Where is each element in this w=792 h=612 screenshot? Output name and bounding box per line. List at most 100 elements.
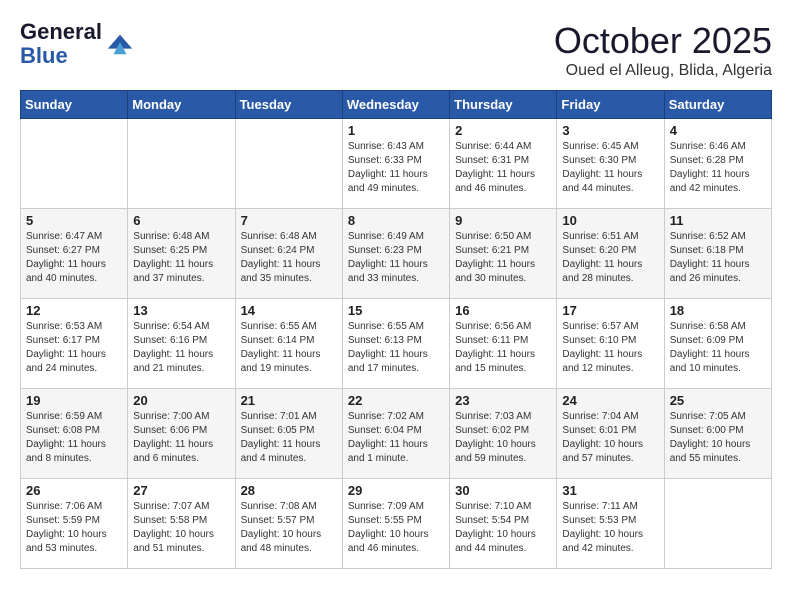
day-number: 27 xyxy=(133,483,229,498)
calendar-week-row: 26 Sunrise: 7:06 AM Sunset: 5:59 PM Dayli… xyxy=(21,479,772,569)
calendar-cell: 22 Sunrise: 7:02 AM Sunset: 6:04 PM Dayli… xyxy=(342,389,449,479)
calendar-cell: 2Sunrise: 6:44 AM Sunset: 6:31 PM Daylig… xyxy=(450,119,557,209)
calendar-cell xyxy=(128,119,235,209)
day-info: Sunrise: 6:49 AM Sunset: 6:23 PM Dayligh… xyxy=(348,230,444,286)
day-info: Sunrise: 7:05 AM Sunset: 6:00 PM Dayligh… xyxy=(670,410,766,466)
day-info: Sunrise: 6:54 AM Sunset: 6:16 PM Dayligh… xyxy=(133,320,229,376)
weekday-header-thursday: Thursday xyxy=(450,91,557,119)
logo-line2: Blue xyxy=(20,44,102,68)
day-info: Sunrise: 6:48 AM Sunset: 6:25 PM Dayligh… xyxy=(133,230,229,286)
day-number: 3 xyxy=(562,123,658,138)
calendar-cell: 18 Sunrise: 6:58 AM Sunset: 6:09 PM Dayli… xyxy=(664,299,771,389)
day-info: Sunrise: 6:53 AM Sunset: 6:17 PM Dayligh… xyxy=(26,320,122,376)
calendar-cell: 26 Sunrise: 7:06 AM Sunset: 5:59 PM Dayli… xyxy=(21,479,128,569)
day-info: Sunrise: 6:47 AM Sunset: 6:27 PM Dayligh… xyxy=(26,230,122,286)
calendar-cell: 21Sunrise: 7:01 AM Sunset: 6:05 PM Dayli… xyxy=(235,389,342,479)
day-info: Sunrise: 6:43 AM Sunset: 6:33 PM Dayligh… xyxy=(348,140,444,196)
calendar-cell: 20Sunrise: 7:00 AM Sunset: 6:06 PM Dayli… xyxy=(128,389,235,479)
day-number: 20 xyxy=(133,393,229,408)
day-number: 7 xyxy=(241,213,337,228)
day-number: 31 xyxy=(562,483,658,498)
day-info: Sunrise: 7:10 AM Sunset: 5:54 PM Dayligh… xyxy=(455,500,551,556)
calendar-cell xyxy=(21,119,128,209)
calendar-cell: 19Sunrise: 6:59 AM Sunset: 6:08 PM Dayli… xyxy=(21,389,128,479)
day-number: 17 xyxy=(562,303,658,318)
calendar-cell: 6 Sunrise: 6:48 AM Sunset: 6:25 PM Daylig… xyxy=(128,209,235,299)
day-info: Sunrise: 6:52 AM Sunset: 6:18 PM Dayligh… xyxy=(670,230,766,286)
logo: General Blue xyxy=(20,20,134,68)
month-title: October 2025 xyxy=(554,20,772,62)
day-info: Sunrise: 7:04 AM Sunset: 6:01 PM Dayligh… xyxy=(562,410,658,466)
day-number: 1 xyxy=(348,123,444,138)
calendar-cell: 27 Sunrise: 7:07 AM Sunset: 5:58 PM Dayli… xyxy=(128,479,235,569)
title-block: October 2025 Oued el Alleug, Blida, Alge… xyxy=(554,20,772,80)
day-number: 18 xyxy=(670,303,766,318)
day-number: 24 xyxy=(562,393,658,408)
day-number: 19 xyxy=(26,393,122,408)
calendar-cell: 23 Sunrise: 7:03 AM Sunset: 6:02 PM Dayli… xyxy=(450,389,557,479)
calendar-cell: 3Sunrise: 6:45 AM Sunset: 6:30 PM Daylig… xyxy=(557,119,664,209)
calendar-table: SundayMondayTuesdayWednesdayThursdayFrid… xyxy=(20,90,772,569)
day-number: 5 xyxy=(26,213,122,228)
calendar-cell: 1 Sunrise: 6:43 AM Sunset: 6:33 PM Daylig… xyxy=(342,119,449,209)
calendar-cell: 28Sunrise: 7:08 AM Sunset: 5:57 PM Dayli… xyxy=(235,479,342,569)
calendar-cell: 10 Sunrise: 6:51 AM Sunset: 6:20 PM Dayli… xyxy=(557,209,664,299)
day-info: Sunrise: 6:56 AM Sunset: 6:11 PM Dayligh… xyxy=(455,320,551,376)
calendar-header: SundayMondayTuesdayWednesdayThursdayFrid… xyxy=(21,91,772,119)
day-number: 15 xyxy=(348,303,444,318)
day-number: 13 xyxy=(133,303,229,318)
day-number: 25 xyxy=(670,393,766,408)
day-info: Sunrise: 6:57 AM Sunset: 6:10 PM Dayligh… xyxy=(562,320,658,376)
weekday-header-wednesday: Wednesday xyxy=(342,91,449,119)
calendar-week-row: 1 Sunrise: 6:43 AM Sunset: 6:33 PM Daylig… xyxy=(21,119,772,209)
calendar-body: 1 Sunrise: 6:43 AM Sunset: 6:33 PM Daylig… xyxy=(21,119,772,569)
calendar-cell: 7 Sunrise: 6:48 AM Sunset: 6:24 PM Daylig… xyxy=(235,209,342,299)
day-number: 4 xyxy=(670,123,766,138)
day-number: 11 xyxy=(670,213,766,228)
calendar-cell: 29 Sunrise: 7:09 AM Sunset: 5:55 PM Dayli… xyxy=(342,479,449,569)
calendar-cell: 14Sunrise: 6:55 AM Sunset: 6:14 PM Dayli… xyxy=(235,299,342,389)
day-info: Sunrise: 6:55 AM Sunset: 6:13 PM Dayligh… xyxy=(348,320,444,376)
day-info: Sunrise: 7:06 AM Sunset: 5:59 PM Dayligh… xyxy=(26,500,122,556)
calendar-cell: 11 Sunrise: 6:52 AM Sunset: 6:18 PM Dayli… xyxy=(664,209,771,299)
calendar-cell: 25 Sunrise: 7:05 AM Sunset: 6:00 PM Dayli… xyxy=(664,389,771,479)
day-info: Sunrise: 7:07 AM Sunset: 5:58 PM Dayligh… xyxy=(133,500,229,556)
day-number: 22 xyxy=(348,393,444,408)
day-info: Sunrise: 6:44 AM Sunset: 6:31 PM Dayligh… xyxy=(455,140,551,196)
day-info: Sunrise: 6:51 AM Sunset: 6:20 PM Dayligh… xyxy=(562,230,658,286)
weekday-header-sunday: Sunday xyxy=(21,91,128,119)
calendar-week-row: 5 Sunrise: 6:47 AM Sunset: 6:27 PM Daylig… xyxy=(21,209,772,299)
day-number: 12 xyxy=(26,303,122,318)
day-info: Sunrise: 7:09 AM Sunset: 5:55 PM Dayligh… xyxy=(348,500,444,556)
day-info: Sunrise: 6:55 AM Sunset: 6:14 PM Dayligh… xyxy=(241,320,337,376)
calendar-cell: 17 Sunrise: 6:57 AM Sunset: 6:10 PM Dayli… xyxy=(557,299,664,389)
day-number: 6 xyxy=(133,213,229,228)
calendar-cell: 12 Sunrise: 6:53 AM Sunset: 6:17 PM Dayli… xyxy=(21,299,128,389)
day-number: 26 xyxy=(26,483,122,498)
day-number: 16 xyxy=(455,303,551,318)
weekday-header-friday: Friday xyxy=(557,91,664,119)
calendar-week-row: 12 Sunrise: 6:53 AM Sunset: 6:17 PM Dayli… xyxy=(21,299,772,389)
day-number: 21 xyxy=(241,393,337,408)
day-number: 29 xyxy=(348,483,444,498)
day-info: Sunrise: 6:58 AM Sunset: 6:09 PM Dayligh… xyxy=(670,320,766,376)
day-number: 10 xyxy=(562,213,658,228)
weekday-header-tuesday: Tuesday xyxy=(235,91,342,119)
calendar-cell: 4 Sunrise: 6:46 AM Sunset: 6:28 PM Daylig… xyxy=(664,119,771,209)
page-header: General Blue October 2025 Oued el Alleug… xyxy=(20,20,772,80)
day-info: Sunrise: 6:46 AM Sunset: 6:28 PM Dayligh… xyxy=(670,140,766,196)
day-info: Sunrise: 7:11 AM Sunset: 5:53 PM Dayligh… xyxy=(562,500,658,556)
logo-line1: General xyxy=(20,20,102,44)
day-info: Sunrise: 6:50 AM Sunset: 6:21 PM Dayligh… xyxy=(455,230,551,286)
calendar-cell xyxy=(664,479,771,569)
day-number: 30 xyxy=(455,483,551,498)
calendar-week-row: 19Sunrise: 6:59 AM Sunset: 6:08 PM Dayli… xyxy=(21,389,772,479)
calendar-cell: 5 Sunrise: 6:47 AM Sunset: 6:27 PM Daylig… xyxy=(21,209,128,299)
day-info: Sunrise: 6:48 AM Sunset: 6:24 PM Dayligh… xyxy=(241,230,337,286)
day-info: Sunrise: 7:02 AM Sunset: 6:04 PM Dayligh… xyxy=(348,410,444,466)
day-number: 8 xyxy=(348,213,444,228)
calendar-cell: 9Sunrise: 6:50 AM Sunset: 6:21 PM Daylig… xyxy=(450,209,557,299)
day-info: Sunrise: 7:03 AM Sunset: 6:02 PM Dayligh… xyxy=(455,410,551,466)
day-number: 23 xyxy=(455,393,551,408)
calendar-cell: 16 Sunrise: 6:56 AM Sunset: 6:11 PM Dayli… xyxy=(450,299,557,389)
